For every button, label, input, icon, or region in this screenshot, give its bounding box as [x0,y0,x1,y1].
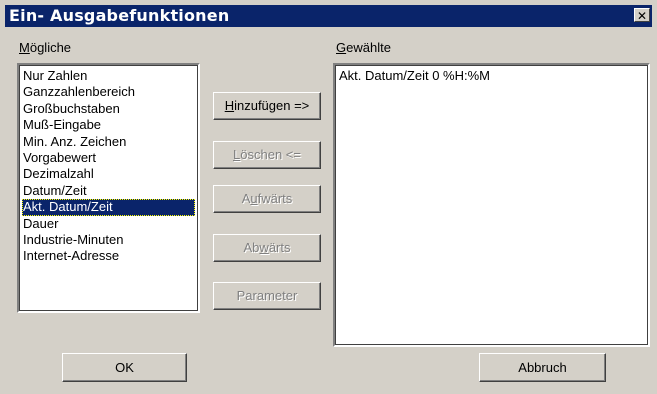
move-up-button-label: Aufwärts [241,191,293,206]
available-item[interactable]: Vorgabewert [22,150,195,166]
move-up-button[interactable]: Aufwärts [213,185,321,213]
available-item[interactable]: Min. Anz. Zeichen [22,134,195,150]
available-item[interactable]: Ganzzahlenbereich [22,84,195,100]
add-button[interactable]: Hinzufügen => [213,92,321,120]
available-list: Nur Zahlen Ganzzahlenbereich Großbuchstabe… [22,68,195,265]
window-title: Ein- Ausgabefunktionen [9,6,230,25]
available-label: Mögliche [19,40,72,55]
title-bar[interactable]: Ein- Ausgabefunktionen ✕ [5,5,652,27]
cancel-button[interactable]: Abbruch [479,353,606,382]
delete-button-label: Löschen <= [233,147,301,162]
move-down-button[interactable]: Abwärts [213,234,321,262]
available-item[interactable]: Industrie-Minuten [22,232,195,248]
available-item[interactable]: Muß-Eingabe [22,117,195,133]
available-item[interactable]: Internet-Adresse [22,248,195,264]
close-icon[interactable]: ✕ [634,8,650,23]
move-down-button-label: Abwärts [243,240,291,255]
dialog-window: Ein- Ausgabefunktionen ✕ Mögliche Nur Za… [0,0,657,394]
chosen-listbox[interactable]: Akt. Datum/Zeit 0 %H:%M [333,63,650,347]
available-item[interactable]: Dezimalzahl [22,166,195,182]
chosen-list: Akt. Datum/Zeit 0 %H:%M [338,68,645,84]
ok-button-label: OK [115,360,134,375]
available-item[interactable]: Dauer [22,216,195,232]
available-item[interactable]: Datum/Zeit [22,183,195,199]
available-listbox[interactable]: Nur Zahlen Ganzzahlenbereich Großbuchstabe… [17,63,200,313]
parameter-button[interactable]: Parameter [213,282,321,310]
chosen-item[interactable]: Akt. Datum/Zeit 0 %H:%M [338,68,645,84]
add-button-label: Hinzufügen => [224,98,310,113]
cancel-button-label: Abbruch [518,360,567,375]
available-item[interactable]: Großbuchstaben [22,101,195,117]
ok-button[interactable]: OK [62,353,187,382]
chosen-label: Gewählte [336,40,391,55]
available-item[interactable]: Akt. Datum/Zeit [22,199,195,216]
delete-button[interactable]: Löschen <= [213,141,321,169]
available-item[interactable]: Nur Zahlen [22,68,195,84]
parameter-button-label: Parameter [236,288,298,303]
